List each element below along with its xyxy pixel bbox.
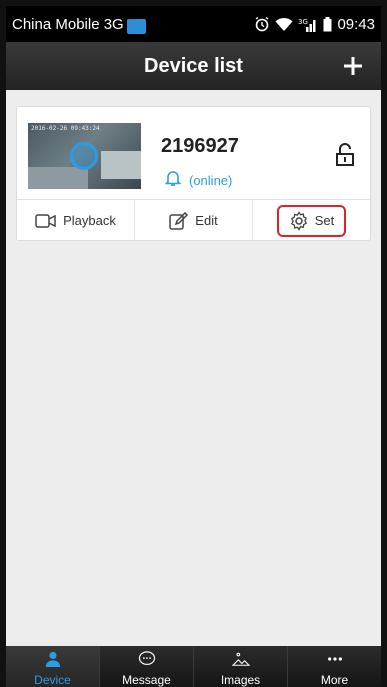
device-thumbnail[interactable]: 2016-02-26 09:43:24 [28, 123, 141, 189]
playback-label: Playback [63, 213, 116, 228]
edit-label: Edit [195, 213, 218, 228]
play-icon[interactable] [70, 142, 98, 170]
alarm-icon [254, 16, 270, 32]
edit-icon [169, 211, 189, 230]
playback-button[interactable]: Playback [17, 200, 134, 241]
person-icon [45, 651, 60, 667]
bottom-nav: Device Message Images More [6, 646, 381, 687]
image-icon [231, 652, 250, 666]
nav-more[interactable]: More [287, 646, 381, 687]
nav-images[interactable]: Images [193, 646, 287, 687]
status-bar: China Mobile 3G 3G 09:43 [6, 6, 381, 42]
thumbnail-timestamp: 2016-02-26 09:43:24 [31, 125, 100, 132]
video-camera-icon [35, 213, 56, 228]
device-id: 2196927 [161, 135, 239, 157]
network-type-label: 3G [298, 18, 308, 26]
edit-button[interactable]: Edit [134, 200, 252, 241]
battery-icon [323, 16, 332, 32]
set-button[interactable]: Set [252, 200, 370, 241]
set-label: Set [314, 213, 335, 228]
unlock-icon[interactable] [334, 143, 356, 172]
status-icons: 3G 09:43 [254, 16, 375, 33]
nav-message-label: Message [122, 673, 171, 687]
nav-images-label: Images [220, 673, 261, 687]
nav-device[interactable]: Device [6, 646, 99, 687]
title-bar: Device list [6, 42, 381, 90]
gear-icon [290, 210, 307, 231]
more-icon [327, 657, 342, 661]
wifi-icon [275, 17, 293, 32]
device-status: (online) [189, 173, 233, 188]
set-highlight: Set [276, 204, 347, 237]
nav-message[interactable]: Message [99, 646, 193, 687]
device-actions: Playback Edit Set [17, 199, 370, 241]
signal-icon: 3G [298, 17, 318, 32]
chat-bubble-icon [138, 651, 155, 665]
app-screen: China Mobile 3G 3G 09:43 Device list 201… [6, 6, 381, 687]
sim-icon [126, 18, 146, 34]
nav-device-label: Device [34, 673, 71, 687]
nav-more-label: More [320, 673, 349, 687]
clock-text: 09:43 [337, 15, 375, 33]
page-title: Device list [144, 54, 243, 77]
bell-icon[interactable] [164, 169, 182, 192]
add-device-button[interactable] [335, 48, 371, 84]
device-card[interactable]: 2016-02-26 09:43:24 2196927 (online) Pla… [16, 106, 371, 241]
carrier-label: China Mobile 3G [12, 15, 124, 33]
plus-icon [344, 57, 362, 75]
